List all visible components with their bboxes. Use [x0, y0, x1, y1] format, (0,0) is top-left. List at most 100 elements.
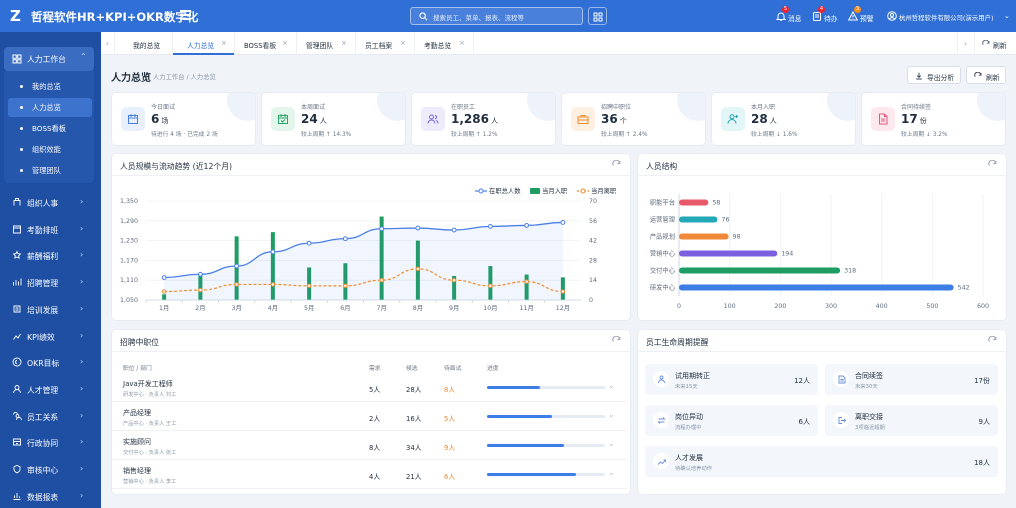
- chevron-right-icon: ›: [80, 277, 84, 287]
- page-refresh-button[interactable]: 刷新: [966, 66, 1006, 84]
- position-name: Java开发工程师: [123, 380, 173, 388]
- sidebar-item[interactable]: 人才管理 ›: [0, 378, 101, 400]
- lifecycle-item[interactable]: 试用期转正 未来15天 12人: [645, 364, 818, 395]
- tab-attendance[interactable]: 考勤总览 ×: [415, 32, 474, 55]
- user-menu[interactable]: 杭州哲程软件有限公司(演示用户) ⌄: [887, 8, 1011, 24]
- need-count: 4人: [369, 473, 381, 481]
- table-row[interactable]: 实施顾问 交付中心 · 负责人 张工 8人 34人 9人 ⌄: [112, 431, 627, 460]
- sidebar-subitem[interactable]: 我的总览: [8, 77, 92, 96]
- user-avatar-icon: [887, 11, 897, 21]
- sidebar-item[interactable]: 行政协同 ›: [0, 431, 101, 453]
- tab-scroll-left-icon[interactable]: ‹: [101, 32, 115, 55]
- alerts-button[interactable]: 3 预警: [848, 6, 878, 24]
- kpi-card[interactable]: 本周面试 24 人较上周期 ↑ 14.3%: [261, 92, 406, 146]
- x-tick-label: 2月: [195, 304, 205, 312]
- tab-refresh-button[interactable]: 刷新: [974, 32, 1016, 55]
- close-icon[interactable]: ×: [221, 39, 227, 47]
- tab-employee-records[interactable]: 员工档案 ×: [356, 32, 415, 55]
- page-title: 人力总览: [111, 73, 151, 84]
- export-analysis-button[interactable]: 导出分析: [907, 66, 961, 84]
- lifecycle-item[interactable]: 离职交接 3项临近超期 9人: [825, 405, 998, 436]
- tab-my-overview[interactable]: 我的总览: [115, 32, 173, 55]
- sidebar-item-label: 员工关系: [27, 412, 59, 422]
- sidebar-item[interactable]: 审核中心 ›: [0, 458, 101, 480]
- kpi-card[interactable]: 招聘中职位 36 个较上周期 ↑ 2.4%: [561, 92, 706, 146]
- quick-menu-button[interactable]: [588, 7, 607, 25]
- table-row[interactable]: Java开发工程师 研发中心 · 负责人 刘工 5人 28人 8人 ⌄: [112, 373, 627, 402]
- sidebar-item[interactable]: 考勤排班 ›: [0, 218, 101, 240]
- sidebar-item[interactable]: 员工关系 ›: [0, 405, 101, 427]
- chevron-down-icon[interactable]: ⌄: [608, 439, 615, 448]
- app-logo[interactable]: Z: [10, 8, 24, 24]
- sidebar-item[interactable]: 招聘管理 ›: [0, 271, 101, 293]
- kpi-value-wrap: 1,286 人: [451, 112, 498, 126]
- sidebar-item[interactable]: 薪酬福利 ›: [0, 244, 101, 266]
- table-row[interactable]: 销售经理 营销中心 · 负责人 李工 4人 21人 6人 ⌄: [112, 460, 627, 489]
- kpi-icon-box: [121, 107, 145, 131]
- progress-bar: [487, 444, 605, 447]
- chevron-down-icon[interactable]: ⌄: [608, 410, 615, 419]
- close-icon[interactable]: ×: [341, 39, 347, 47]
- sidebar-item[interactable]: KPI绩效 ›: [0, 325, 101, 347]
- tab-hr-overview[interactable]: 人力总览 ×: [173, 32, 235, 55]
- bar-department: [679, 233, 729, 240]
- close-icon[interactable]: ×: [282, 39, 288, 47]
- exit-icon: [838, 417, 846, 424]
- point-exits: [560, 289, 566, 294]
- document-icon: [838, 375, 846, 384]
- lifecycle-subtitle: 未来15天: [675, 384, 698, 390]
- sidebar-subitem-active[interactable]: 人力总览: [8, 98, 92, 117]
- bar-department: [679, 216, 718, 223]
- sidebar-subitem[interactable]: 组织效能: [8, 140, 92, 159]
- point-exits: [270, 282, 276, 287]
- lifecycle-item[interactable]: 岗位异动 流程办理中 6人: [645, 405, 818, 436]
- kpi-subtext: 较上周期 ↑ 2.4%: [601, 132, 648, 138]
- todo-button[interactable]: 4 待办: [812, 6, 842, 24]
- tab-scroll-right-icon[interactable]: ›: [957, 32, 973, 55]
- lifecycle-subtitle: 未来30天: [855, 384, 878, 390]
- sidebar-group-active[interactable]: 人力工作台 ⌃: [4, 47, 94, 71]
- kpi-card[interactable]: 今日面试 6 场待进行 4 场 · 已完成 2 场: [111, 92, 256, 146]
- refresh-icon[interactable]: [988, 336, 997, 345]
- x-tick-label: 8月: [413, 304, 423, 312]
- bar-department: [679, 284, 954, 291]
- kpi-card[interactable]: 本月入职 28 人较上周期 ↓ 1.6%: [711, 92, 856, 146]
- menu-toggle-icon[interactable]: [180, 10, 191, 20]
- sidebar-subitem[interactable]: 管理团队: [8, 161, 92, 180]
- sidebar-item[interactable]: 组织人事 ›: [0, 191, 101, 213]
- close-icon[interactable]: ×: [400, 39, 406, 47]
- bar-value-label: 542: [958, 285, 970, 292]
- refresh-icon[interactable]: [988, 160, 997, 169]
- y-right-tick-label: 0: [589, 297, 593, 304]
- sidebar-subitem[interactable]: BOSS看板: [8, 119, 92, 138]
- sidebar-item-label: 考勤排班: [27, 225, 59, 235]
- chevron-down-icon[interactable]: ⌄: [608, 381, 615, 390]
- lifecycle-item[interactable]: 合同续签 未来30天 17份: [825, 364, 998, 395]
- table-row[interactable]: 产品经理 产品中心 · 负责人 王工 2人 16人 5人 ⌄: [112, 402, 627, 431]
- candidate-count: 21人: [406, 473, 422, 481]
- card-decoration: [977, 93, 1005, 121]
- chevron-down-icon[interactable]: ⌄: [608, 468, 615, 477]
- kpi-card[interactable]: 在职员工 1,286 人较上周期 ↑ 1.2%: [411, 92, 556, 146]
- refresh-icon[interactable]: [612, 160, 621, 169]
- close-icon[interactable]: ×: [459, 39, 465, 47]
- kpi-card[interactable]: 合同待续签 17 份较上周期 ↓ 3.2%: [861, 92, 1006, 146]
- sidebar-item[interactable]: OKR目标 ›: [0, 351, 101, 373]
- person-icon: [658, 375, 665, 384]
- point-exits: [488, 283, 493, 289]
- chevron-right-icon: ›: [80, 383, 84, 393]
- tab-management-team[interactable]: 管理团队 ×: [297, 32, 356, 55]
- global-search-input[interactable]: 搜索员工、菜单、报表、流程等: [410, 7, 583, 25]
- lifecycle-item[interactable]: 人才发展 待确认培养动作 18人: [645, 446, 998, 477]
- sidebar-item[interactable]: 培训发展 ›: [0, 298, 101, 320]
- point-total: [270, 249, 276, 255]
- x-tick-label: 11月: [519, 304, 533, 312]
- users-icon: [427, 114, 439, 124]
- tab-boss-board[interactable]: BOSS看板 ×: [235, 32, 297, 55]
- x-tick-label: 200: [774, 303, 786, 310]
- lifecycle-title: 试用期转正: [675, 372, 710, 380]
- refresh-icon[interactable]: [612, 336, 621, 345]
- chevron-right-icon: ›: [80, 490, 84, 500]
- sidebar-item[interactable]: 数据报表 ›: [0, 485, 101, 507]
- messages-button[interactable]: 5 消息: [776, 6, 806, 24]
